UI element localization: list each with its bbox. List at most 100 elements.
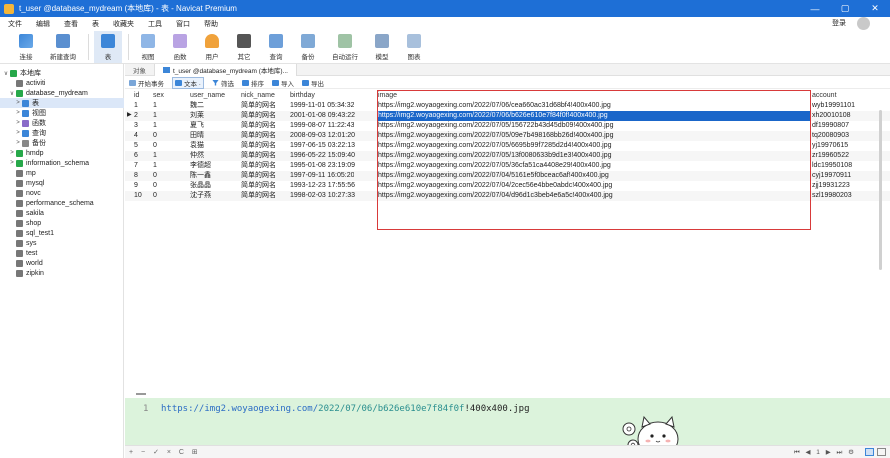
menu-tools[interactable]: 工具 [148,19,162,29]
table-cell-birthday[interactable]: 1993-12-23 17:55:56 [290,181,355,191]
tab-t-user[interactable]: t_user @database_mydream (本地库)... [154,63,297,76]
sidebar-item[interactable]: > 备份 [0,138,124,148]
table-cell-image[interactable]: https://img2.woyaogexing.com/2022/07/06/… [378,111,811,121]
table-cell-sex[interactable]: 0 [153,141,157,151]
table-cell-nick-name[interactable]: 简单的网名 [241,101,276,111]
sidebar-item[interactable]: sys [0,238,124,248]
table-cell-account[interactable]: cyj19970911 [812,171,882,181]
sidebar-item[interactable]: zipkin [0,268,124,278]
table-cell-nick-name[interactable]: 简单的网名 [241,181,276,191]
pager-controls[interactable]: ⏮ ◀ 1 ▶ ⏭ ⚙ [794,448,856,457]
sidebar-item[interactable]: > information_schema [0,158,124,168]
table-cell-nick-name[interactable]: 简单的网名 [241,121,276,131]
table-row[interactable]: 7 1 李德超 简单的网名 1995-01-08 23:19:09 https://img… [125,161,890,171]
table-cell-user-name[interactable]: 夏飞 [190,121,204,131]
table-cell-user-name[interactable]: 沈子燕 [190,191,211,201]
table-cell-user-name[interactable]: 田晴 [190,131,204,141]
table-cell-birthday[interactable]: 1995-01-08 23:19:09 [290,161,355,171]
table-row[interactable]: 8 0 陈一鑫 简单的网名 1997-09-11 16:05:20 https://img… [125,171,890,181]
table-cell-nick-name[interactable]: 简单的网名 [241,131,276,141]
chart-button[interactable]: 图表 [400,31,428,63]
sidebar-item[interactable]: sql_test1 [0,228,124,238]
column-header-account[interactable]: account [812,90,837,101]
table-cell-user-name[interactable]: 仲然 [190,151,204,161]
filter-button[interactable]: 筛选 [211,78,234,88]
grid-view-button[interactable] [865,448,874,456]
menu-help[interactable]: 帮助 [204,19,218,29]
table-cell-nick-name[interactable]: 简单的网名 [241,191,276,201]
table-cell-account[interactable]: tq20080903 [812,131,882,141]
table-cell-id[interactable]: 7 [134,161,138,171]
expand-arrow-icon[interactable]: > [14,140,22,146]
splitter-handle[interactable] [136,393,146,395]
table-cell-birthday[interactable]: 2001-01-08 09:43:22 [290,111,355,121]
sidebar-item[interactable]: > 视图 [0,108,124,118]
sidebar-item[interactable]: novc [0,188,124,198]
begin-transaction-button[interactable]: 开始事务 [129,78,164,88]
user-button[interactable]: 用户 [198,31,226,63]
sort-button[interactable]: 排序 [241,78,264,88]
expand-arrow-icon[interactable]: > [8,160,16,166]
table-row[interactable]: 9 0 张晶晶 简单的网名 1993-12-23 17:55:56 https://img… [125,181,890,191]
menu-table[interactable]: 表 [92,19,99,29]
table-cell-sex[interactable]: 1 [153,111,157,121]
table-cell-image[interactable]: https://img2.woyaogexing.com/2022/07/05/… [378,131,811,141]
table-row[interactable]: 5 0 袁猫 简单的网名 1997-06-15 03:22:13 https://img2… [125,141,890,151]
table-cell-user-name[interactable]: 袁猫 [190,141,204,151]
table-cell-birthday[interactable]: 1999-08-07 11:22:43 [290,121,354,131]
menu-view[interactable]: 查看 [64,19,78,29]
table-cell-image[interactable]: https://img2.woyaogexing.com/2022/07/04/… [378,171,811,181]
column-header-user-name[interactable]: user_name [190,90,225,101]
form-view-button[interactable] [877,448,886,456]
query-button[interactable]: 查询 [262,31,290,63]
table-cell-user-name[interactable]: 李德超 [190,161,211,171]
table-cell-account[interactable]: wyb19991101 [812,101,882,111]
table-cell-id[interactable]: 9 [134,181,138,191]
table-cell-birthday[interactable]: 1999-11-01 05:34:32 [290,101,354,111]
table-row[interactable]: ▶ 2 1 刘莱 简单的网名 2001-01-08 09:43:22 https://img… [125,111,890,121]
table-cell-id[interactable]: 6 [134,151,138,161]
table-cell-account[interactable]: szl19980203 [812,191,882,201]
table-row[interactable]: 1 1 魏二 简单的网名 1999-11-01 05:34:32 https://img2… [125,101,890,111]
expand-arrow-icon[interactable]: ∨ [2,70,10,77]
table-cell-nick-name[interactable]: 简单的网名 [241,141,276,151]
table-cell-account[interactable]: df19990807 [812,121,882,131]
table-cell-id[interactable]: 3 [134,121,138,131]
table-cell-account[interactable]: ldc19950108 [812,161,882,171]
menu-file[interactable]: 文件 [8,19,22,29]
table-cell-image[interactable]: https://img2.woyaogexing.com/2022/07/06/… [378,101,811,111]
table-cell-image[interactable]: https://img2.woyaogexing.com/2022/07/04/… [378,181,811,191]
table-cell-sex[interactable]: 0 [153,131,157,141]
table-cell-id[interactable]: 10 [134,191,142,201]
expand-arrow-icon[interactable]: > [14,110,22,116]
column-header-nick-name[interactable]: nick_name [241,90,275,101]
login-link[interactable]: 登录 [832,18,846,28]
table-cell-image[interactable]: https://img2.woyaogexing.com/2022/07/05/… [378,121,811,131]
sidebar-item[interactable]: activiti [0,78,124,88]
table-cell-nick-name[interactable]: 简单的网名 [241,111,276,121]
column-header-sex[interactable]: sex [153,90,164,101]
table-cell-user-name[interactable]: 张晶晶 [190,181,211,191]
table-cell-birthday[interactable]: 1996-05-22 15:09:40 [290,151,355,161]
column-header-image[interactable]: image [378,90,397,101]
table-cell-nick-name[interactable]: 简单的网名 [241,151,276,161]
table-cell-birthday[interactable]: 1997-09-11 16:05:20 [290,171,354,181]
table-cell-sex[interactable]: 1 [153,161,157,171]
sidebar-item[interactable]: mp [0,168,124,178]
table-cell-nick-name[interactable]: 简单的网名 [241,171,276,181]
table-cell-user-name[interactable]: 刘莱 [190,111,204,121]
table-cell-birthday[interactable]: 2008-09-03 12:01:20 [290,131,355,141]
text-view-button[interactable]: 文本 · [172,76,204,89]
sidebar-item[interactable]: > 查询 [0,128,124,138]
table-cell-sex[interactable]: 0 [153,171,157,181]
table-cell-user-name[interactable]: 陈一鑫 [190,171,211,181]
table-cell-id[interactable]: 1 [134,101,138,111]
table-cell-image[interactable]: https://img2.woyaogexing.com/2022/07/05/… [378,141,811,151]
table-row[interactable]: 3 1 夏飞 简单的网名 1999-08-07 11:22:43 https://img2… [125,121,890,131]
column-header-birthday[interactable]: birthday [290,90,315,101]
backup-button[interactable]: 备份 [294,31,322,63]
maximize-button[interactable]: ▢ [830,0,860,17]
model-button[interactable]: 模型 [368,31,396,63]
table-row[interactable]: 6 1 仲然 简单的网名 1996-05-22 15:09:40 https://img2… [125,151,890,161]
sidebar-item[interactable]: performance_schema [0,198,124,208]
